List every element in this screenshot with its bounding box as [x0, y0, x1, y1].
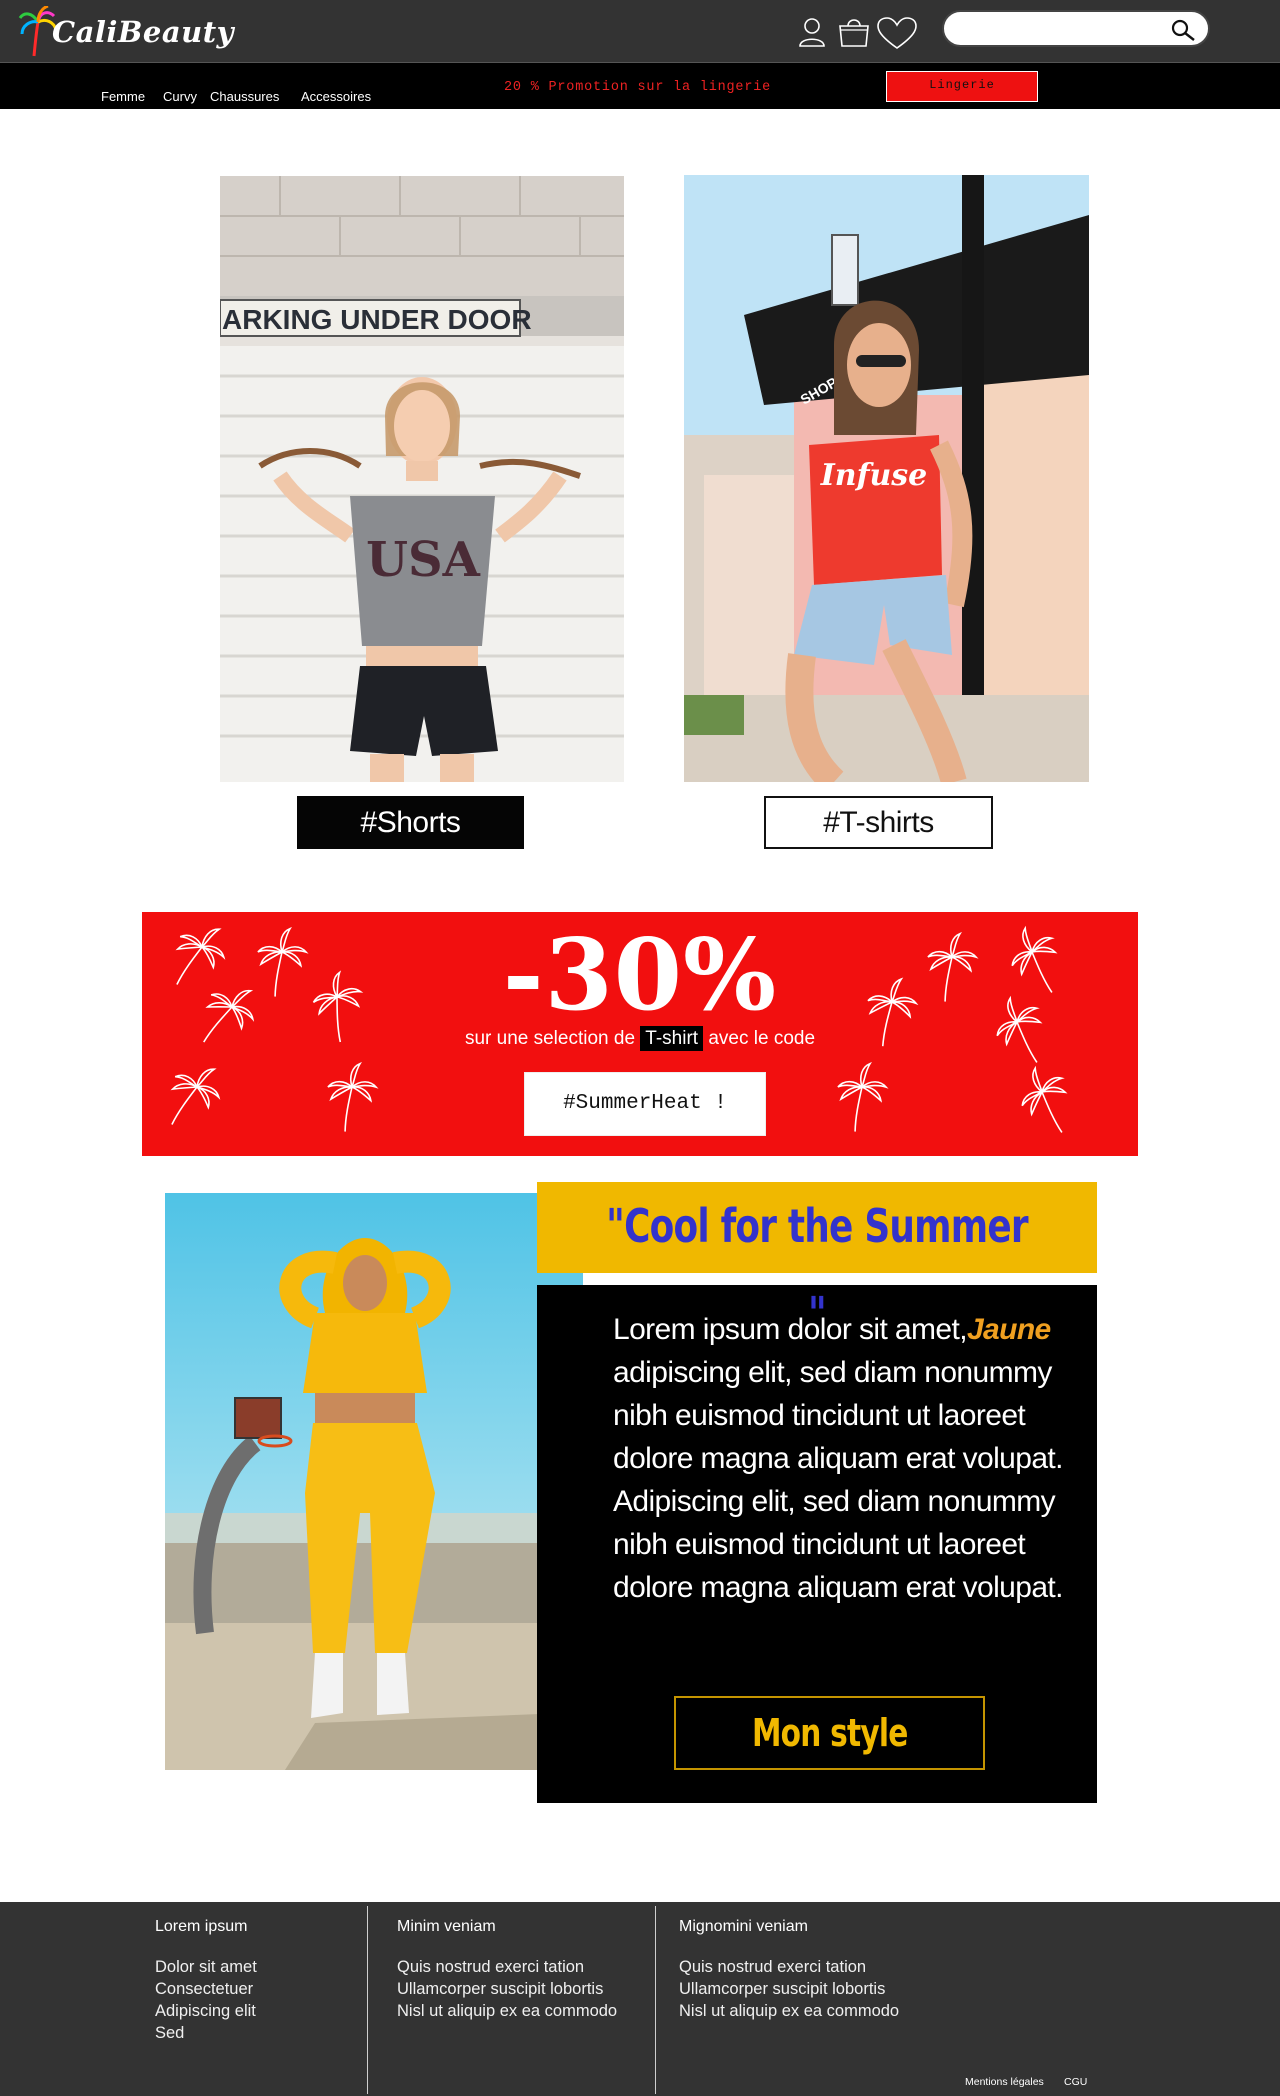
- heart-icon[interactable]: [876, 16, 918, 50]
- site-footer: Lorem ipsum Dolor sit amet Consectetuer …: [0, 1902, 1280, 2096]
- nav-item-chaussures[interactable]: Chaussures: [210, 89, 279, 104]
- main-nav: Femme Curvy Chaussures Accessoires 20 % …: [0, 62, 1280, 109]
- mon-style-button[interactable]: Mon style: [674, 1696, 985, 1770]
- shorts-tag-button[interactable]: #Shorts: [297, 796, 524, 849]
- search-icon[interactable]: [1170, 18, 1196, 42]
- description-highlight: Jaune: [966, 1313, 1051, 1346]
- yellow-outfit-model-image: [165, 1193, 583, 1770]
- nav-item-accessoires[interactable]: Accessoires: [301, 89, 371, 104]
- footer-link[interactable]: Sed: [155, 2022, 257, 2044]
- cgu-link[interactable]: CGU: [1064, 2076, 1087, 2088]
- palm-icon: [1008, 1058, 1087, 1144]
- site-logo[interactable]: CaliBeauty: [18, 6, 234, 58]
- shorts-photo[interactable]: ARKING UNDER DOOR USA: [220, 176, 624, 782]
- discount-headline: -30%: [502, 918, 778, 1033]
- description-start: Lorem ipsum dolor sit amet,: [613, 1313, 968, 1346]
- infuse-shirt-text: Infuse: [820, 458, 928, 493]
- promo-banner: -30% sur une selection de T-shirt avec l…: [142, 912, 1138, 1156]
- summer-photo[interactable]: [165, 1193, 583, 1770]
- footer-column-1: Lorem ipsum Dolor sit amet Consectetuer …: [155, 1918, 257, 2044]
- footer-heading: Minim veniam: [397, 1918, 496, 1935]
- palm-icon: [323, 1060, 379, 1135]
- footer-heading: Mignomini veniam: [679, 1918, 808, 1935]
- tshirts-photo[interactable]: SHOP BOUTIQUE Infuse: [684, 175, 1089, 782]
- lingerie-button[interactable]: Lingerie: [886, 71, 1038, 102]
- subtitle-after: avec le code: [708, 1028, 816, 1049]
- footer-divider: [367, 1906, 368, 2094]
- footer-link[interactable]: Consectetuer: [155, 1978, 257, 2000]
- nav-item-curvy[interactable]: Curvy: [163, 89, 197, 104]
- footer-link[interactable]: Nisl ut aliquip ex ea commodo: [397, 2000, 617, 2022]
- search-bar: [942, 10, 1210, 47]
- footer-link[interactable]: Nisl ut aliquip ex ea commodo: [679, 2000, 899, 2022]
- palm-icon: [833, 1060, 889, 1135]
- shorts-model-image: ARKING UNDER DOOR USA: [220, 176, 624, 782]
- footer-column-2: Minim veniam Quis nostrud exerci tation …: [397, 1918, 617, 2022]
- summer-title-box: "Cool for the Summer ": [537, 1182, 1097, 1341]
- footer-link[interactable]: Adipiscing elit: [155, 2000, 257, 2022]
- logo-text: CaliBeauty: [52, 15, 234, 49]
- footer-link[interactable]: Ullamcorper suscipit lobortis: [679, 1978, 899, 2000]
- footer-link[interactable]: Quis nostrud exerci tation: [679, 1956, 899, 1978]
- user-icon[interactable]: [798, 16, 826, 48]
- tshirt-model-image: SHOP BOUTIQUE Infuse: [684, 175, 1089, 782]
- parking-sign-text: ARKING UNDER DOOR: [222, 304, 532, 335]
- bag-icon[interactable]: [836, 16, 872, 48]
- tshirts-tag-button[interactable]: #T-shirts: [764, 796, 993, 849]
- footer-link[interactable]: Ullamcorper suscipit lobortis: [397, 1978, 617, 2000]
- usa-shirt-text: USA: [366, 532, 481, 588]
- subtitle-before: sur une selection de: [464, 1028, 636, 1049]
- footer-heading: Lorem ipsum: [155, 1918, 248, 1935]
- top-header: CaliBeauty: [0, 0, 1280, 62]
- promo-text: 20 % Promotion sur la lingerie: [504, 80, 772, 95]
- description-rest: adipiscing elit, sed diam nonummy nibh e…: [613, 1356, 1063, 1604]
- footer-link[interactable]: Quis nostrud exerci tation: [397, 1956, 617, 1978]
- nav-item-femme[interactable]: Femme: [101, 89, 145, 104]
- legal-notice-link[interactable]: Mentions légales: [965, 2076, 1044, 2088]
- summer-description: Lorem ipsum dolor sit amet,Jaune adipisc…: [613, 1308, 1083, 1609]
- subtitle-highlight: T-shirt: [640, 1026, 704, 1051]
- footer-link[interactable]: Dolor sit amet: [155, 1956, 257, 1978]
- promo-code-button[interactable]: #SummerHeat !: [524, 1072, 766, 1136]
- search-input[interactable]: [958, 18, 1158, 40]
- discount-subtitle: sur une selection de T-shirt avec le cod…: [142, 1026, 1138, 1051]
- footer-divider: [655, 1906, 656, 2094]
- palm-icon: [152, 1053, 231, 1139]
- mon-style-label: Mon style: [751, 1711, 908, 1755]
- footer-column-3: Mignomini veniam Quis nostrud exerci tat…: [679, 1918, 899, 2022]
